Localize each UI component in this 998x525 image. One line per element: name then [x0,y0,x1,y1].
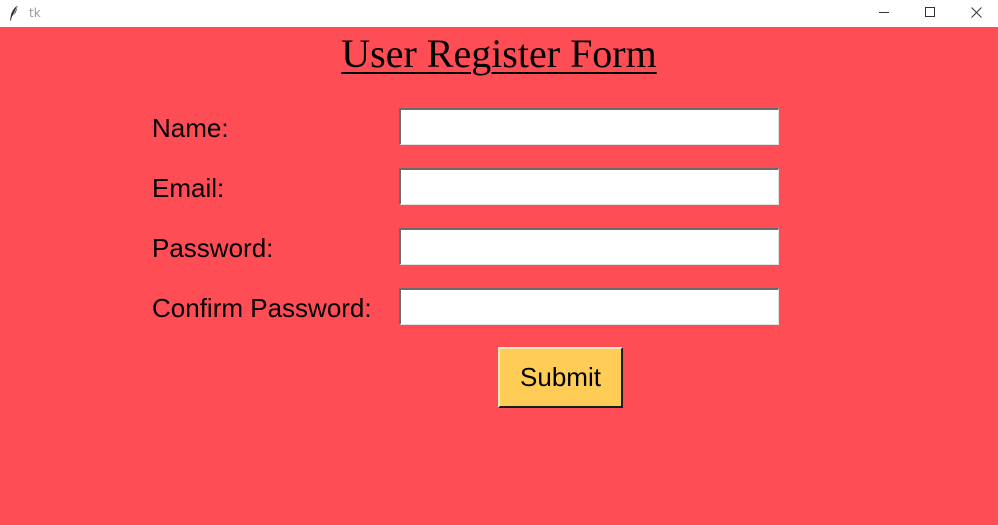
password-label: Password: [152,233,274,263]
email-label: Email: [152,173,225,203]
name-label: Name: [152,113,229,143]
maximize-button[interactable] [907,0,953,27]
window-title: tk [29,6,41,20]
close-button[interactable] [953,0,998,27]
name-input[interactable] [399,108,779,145]
title-bar[interactable]: tk [0,0,998,27]
email-input[interactable] [399,168,779,205]
confirm-password-input[interactable] [399,288,779,325]
form-title: User Register Form [341,31,657,76]
password-input[interactable] [399,228,779,265]
maximize-icon [924,5,936,23]
minimize-icon [878,5,890,23]
minimize-button[interactable] [861,0,907,27]
submit-button[interactable]: Submit [498,347,623,408]
confirm-password-label: Confirm Password: [152,293,372,323]
app-window: tk User Register Form Name: Email: Passw… [0,0,998,525]
close-icon [970,5,982,23]
feather-icon [9,5,19,21]
